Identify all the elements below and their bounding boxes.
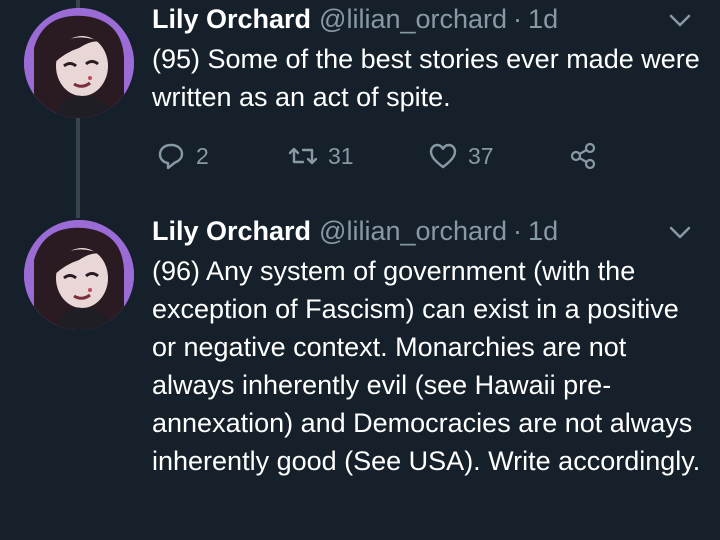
display-name[interactable]: Lily Orchard — [152, 214, 311, 248]
share-icon — [570, 142, 596, 170]
like-icon — [429, 143, 457, 169]
tweet-text: (96) Any system of government (with the … — [152, 256, 701, 476]
separator-dot: · — [513, 4, 523, 34]
tweet-header: Lily Orchard @lilian_orchard · 1d — [152, 214, 558, 248]
tweet[interactable]: Lily Orchard @lilian_orchard · 1d (96) A… — [0, 212, 720, 540]
retweet-count: 31 — [328, 142, 354, 169]
timestamp[interactable]: 1d — [528, 2, 558, 36]
chevron-down-icon[interactable] — [666, 222, 694, 242]
retweet-icon — [288, 147, 318, 165]
share-button[interactable] — [568, 140, 598, 172]
display-name[interactable]: Lily Orchard — [152, 2, 311, 36]
retweet-button[interactable]: 31 — [288, 140, 428, 172]
like-button[interactable]: 37 — [428, 140, 568, 172]
reply-button[interactable]: 2 — [156, 140, 288, 172]
action-bar: 2 31 37 — [156, 140, 598, 172]
user-handle[interactable]: @lilian_orchard — [319, 2, 507, 36]
reply-count: 2 — [196, 142, 209, 169]
tweet[interactable]: Lily Orchard @lilian_orchard · 1d (95) S… — [0, 0, 720, 210]
tweet-text: (95) Some of the best stories ever made … — [152, 44, 700, 112]
chevron-down-icon[interactable] — [666, 10, 694, 30]
like-count: 37 — [468, 142, 494, 169]
separator-dot: · — [513, 216, 523, 246]
reply-icon — [158, 143, 184, 170]
timestamp[interactable]: 1d — [528, 214, 558, 248]
tweet-header: Lily Orchard @lilian_orchard · 1d — [152, 2, 558, 36]
avatar[interactable] — [24, 220, 134, 330]
avatar[interactable] — [24, 8, 134, 118]
user-handle[interactable]: @lilian_orchard — [319, 214, 507, 248]
